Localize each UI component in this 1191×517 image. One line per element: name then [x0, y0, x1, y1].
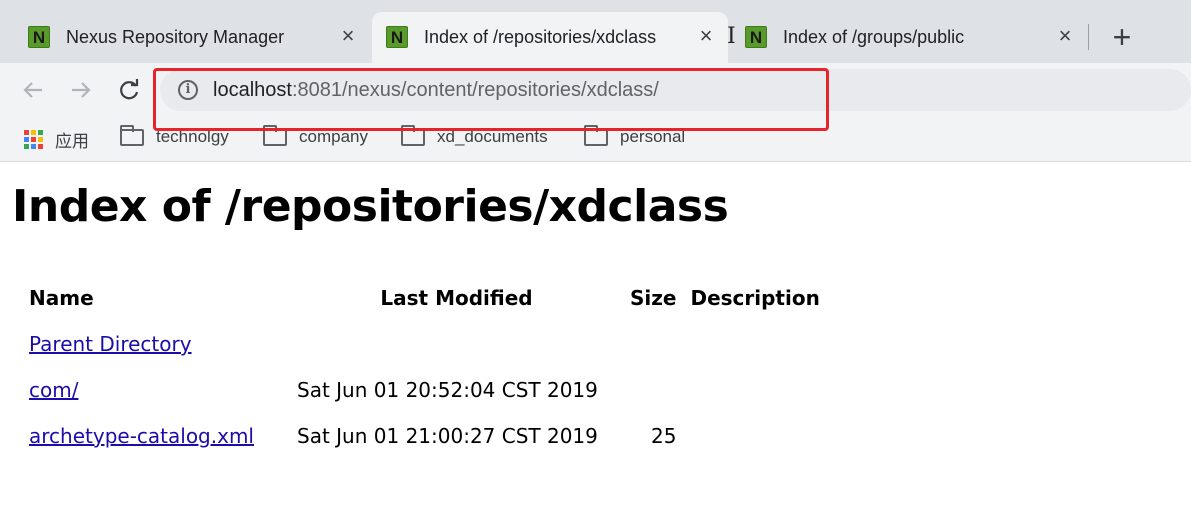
tab-index-xdclass[interactable]: N Index of /repositories/xdclass × — [372, 12, 728, 63]
folder-icon — [584, 124, 608, 146]
folder-icon — [263, 124, 287, 146]
column-header-last-modified: Last Modified — [380, 286, 533, 310]
nexus-favicon-icon: N — [28, 26, 50, 48]
column-header-size: Size — [630, 286, 677, 310]
folder-icon — [401, 124, 425, 146]
forward-button[interactable] — [66, 75, 96, 105]
size-cell — [623, 367, 683, 413]
modified-cell: Sat Jun 01 21:00:27 CST 2019 — [297, 424, 598, 448]
table-row: com/ Sat Jun 01 20:52:04 CST 2019 — [22, 367, 843, 413]
address-bar-highlight — [153, 68, 829, 131]
com-folder-link[interactable]: com/ — [29, 378, 78, 402]
table-header-row: Name Last Modified Size Description — [22, 275, 843, 321]
apps-grid-icon — [24, 130, 43, 149]
parent-directory-link[interactable]: Parent Directory — [29, 332, 192, 356]
size-cell: 25 — [651, 424, 677, 448]
reload-button[interactable] — [114, 75, 144, 105]
close-tab-icon[interactable]: × — [336, 24, 360, 48]
tab-title: Index of /repositories/xdclass — [424, 27, 657, 47]
text-cursor-icon: I — [727, 24, 736, 49]
arrow-right-icon — [72, 82, 91, 98]
table-row: Parent Directory — [22, 321, 843, 367]
new-tab-button[interactable]: + — [1106, 21, 1138, 54]
tab-title: Index of /groups/public — [783, 27, 965, 47]
archetype-catalog-link[interactable]: archetype-catalog.xml — [29, 424, 254, 448]
column-header-name: Name — [29, 286, 94, 310]
reload-icon — [120, 79, 139, 100]
tab-strip: N Nexus Repository Manager × N Index of … — [0, 0, 1191, 63]
modified-cell: Sat Jun 01 20:52:04 CST 2019 — [297, 378, 598, 402]
close-tab-icon[interactable]: × — [694, 24, 718, 48]
modified-cell — [290, 321, 623, 367]
table-row: archetype-catalog.xml Sat Jun 01 21:00:2… — [22, 413, 843, 459]
nexus-favicon-icon: N — [745, 26, 767, 48]
arrow-left-icon — [23, 82, 42, 98]
page-content: Index of /repositories/xdclass Name Last… — [0, 163, 1191, 517]
back-button[interactable] — [18, 75, 48, 105]
column-header-description: Description — [690, 286, 820, 310]
size-cell — [623, 321, 683, 367]
close-tab-icon[interactable]: × — [1053, 24, 1077, 48]
tab-nexus-repository-manager[interactable]: N Nexus Repository Manager × — [14, 12, 370, 63]
bookmark-apps[interactable]: 应用 — [24, 127, 89, 152]
page-title: Index of /repositories/xdclass — [12, 181, 729, 232]
description-cell — [683, 413, 843, 459]
description-cell — [683, 321, 843, 367]
description-cell — [683, 367, 843, 413]
folder-icon — [120, 124, 144, 146]
bookmark-label: 应用 — [55, 132, 89, 151]
tab-index-groups-public[interactable]: N Index of /groups/public × — [731, 12, 1087, 63]
directory-listing-table: Name Last Modified Size Description Pare… — [22, 275, 843, 459]
tab-title: Nexus Repository Manager — [66, 27, 285, 47]
tab-separator — [1088, 24, 1089, 50]
nexus-favicon-icon: N — [386, 26, 408, 48]
